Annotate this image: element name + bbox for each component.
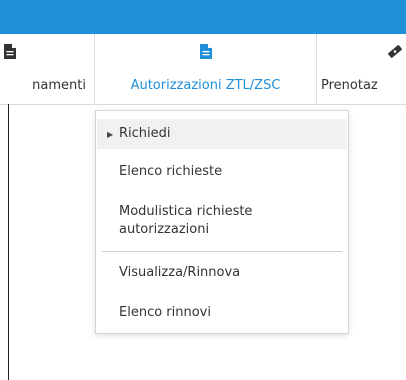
menu-item-modulistica[interactable]: Modulistica richieste autorizzazioni [97,203,307,239]
document-icon [95,44,316,60]
menu-divider [102,251,342,252]
caret-right-icon: ▶ [107,130,114,139]
menu-item-label: Richiedi [119,126,171,141]
nav-item-label: Autorizzazioni ZTL/ZSC [130,78,281,93]
document-icon [4,44,16,60]
menu-item-elenco-rinnovi[interactable]: Elenco rinnovi [97,304,347,322]
menu-item-label: Elenco richieste [119,164,223,179]
nav-item-label: Prenotaz [321,78,378,93]
menu-item-richiedi[interactable]: ▶ Richiedi [97,119,347,149]
menu-item-label: Elenco rinnovi [119,305,211,320]
menu-item-label: Modulistica richieste autorizzazioni [119,204,253,237]
top-header-bar [0,0,406,34]
main-navigation: namenti Autorizzazioni ZTL/ZSC Prenotaz [0,34,406,105]
menu-item-visualizza-rinnova[interactable]: Visualizza/Rinnova [97,264,347,282]
app-frame: namenti Autorizzazioni ZTL/ZSC Prenotaz … [0,0,406,380]
nav-item-prenotazioni[interactable]: Prenotaz [317,34,406,104]
nav-item-autorizzazioni[interactable]: Autorizzazioni ZTL/ZSC [95,34,316,104]
ticket-icon [387,44,406,60]
autorizzazioni-dropdown-menu: ▶ Richiedi Elenco richieste Modulistica … [95,110,349,334]
nav-item-label: namenti [32,78,86,93]
menu-item-label: Visualizza/Rinnova [119,265,241,280]
content-border [8,104,9,380]
menu-item-elenco-richieste[interactable]: Elenco richieste [97,163,347,181]
nav-item-pagamenti[interactable]: namenti [0,34,94,104]
